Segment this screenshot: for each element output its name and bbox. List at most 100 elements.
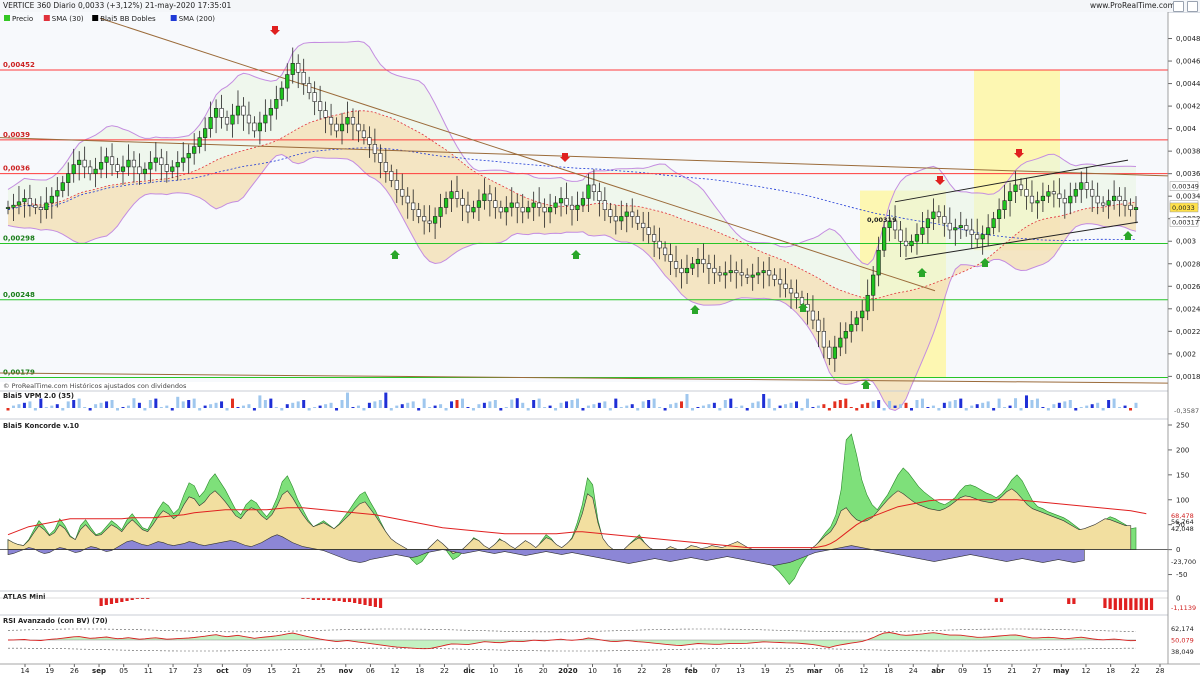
candle-body xyxy=(898,229,903,242)
vpm-bar xyxy=(110,400,114,408)
atlas-bar xyxy=(99,598,103,606)
candle-body xyxy=(580,198,586,206)
candle-body xyxy=(71,164,76,174)
candle-body xyxy=(734,270,739,274)
candle-body xyxy=(997,209,1002,220)
x-tick-label: 07 xyxy=(711,667,720,675)
candle-body xyxy=(44,202,49,210)
vpm-bar xyxy=(1101,408,1105,411)
x-tick-label: 14 xyxy=(21,667,30,675)
vpm-bar xyxy=(165,405,169,408)
minimize-icon[interactable] xyxy=(1173,1,1184,12)
y-tick-label: 0,0036 xyxy=(1176,170,1200,178)
vpm-bar xyxy=(904,402,908,408)
vpm-bar xyxy=(450,401,454,408)
vpm-bar xyxy=(384,392,388,408)
vpm-bar xyxy=(1003,407,1007,408)
vpm-bar xyxy=(258,395,262,408)
candle-body xyxy=(739,272,744,276)
candle-body xyxy=(1095,195,1100,204)
candle-body xyxy=(794,292,799,298)
candle-body xyxy=(986,227,991,235)
vpm-bar xyxy=(981,402,985,408)
y-tick-label: 0,0044 xyxy=(1176,80,1200,88)
vpm-bar xyxy=(1052,404,1056,408)
vpm-bar xyxy=(953,400,957,408)
y-tick-label: 0,0038 xyxy=(1176,148,1200,156)
chart-canvas[interactable]: 0,0018 0,002 0,0022 0,0024 0,0026 0,0028 0,003… xyxy=(0,12,1200,675)
vpm-bar xyxy=(345,392,349,408)
legend-swatch xyxy=(170,15,177,21)
x-tick-label: 10 xyxy=(489,667,498,675)
vpm-bar xyxy=(83,407,87,408)
candle-body xyxy=(520,207,525,213)
vpm-bar xyxy=(1030,400,1034,408)
candle-body xyxy=(197,137,202,147)
vpm-bar xyxy=(50,405,54,408)
x-tick-label: 18 xyxy=(884,667,893,675)
vpm-bar xyxy=(340,400,344,408)
vpm-bar xyxy=(335,408,339,411)
candle-body xyxy=(515,202,520,208)
candle-body xyxy=(1111,195,1117,201)
vpm-bar xyxy=(378,400,382,408)
vpm-bar xyxy=(1068,400,1072,408)
annotation-label: 0,00319 xyxy=(867,216,897,224)
rsi-value-label: 50,079 xyxy=(1171,636,1194,644)
candle-body xyxy=(27,198,33,206)
close-icon[interactable] xyxy=(1187,1,1198,12)
candle-body xyxy=(684,267,690,274)
vpm-bar xyxy=(1014,398,1018,408)
vpm-bar xyxy=(778,405,782,408)
vpm-bar xyxy=(833,401,837,408)
vpm-bar xyxy=(992,408,996,411)
candle-body xyxy=(241,105,246,116)
vpm-bar xyxy=(1112,398,1116,408)
candle-body xyxy=(717,272,722,276)
vpm-bar xyxy=(1019,408,1023,411)
vpm-bar xyxy=(493,400,497,408)
vpm-bar xyxy=(970,405,974,408)
atlas-bar xyxy=(358,598,362,604)
candle-body xyxy=(433,216,438,224)
candle-body xyxy=(203,128,208,138)
vpm-bar xyxy=(652,398,656,408)
candle-body xyxy=(635,216,640,224)
vpm-bar xyxy=(225,408,229,411)
candle-body xyxy=(1090,189,1095,197)
x-tick-label: nov xyxy=(339,667,354,675)
atlas-bar xyxy=(353,598,357,603)
candle-body xyxy=(153,157,158,163)
vpm-bar xyxy=(1057,402,1061,408)
candle-body xyxy=(602,200,607,210)
vpm-bar xyxy=(11,405,15,408)
candle-body xyxy=(372,144,377,154)
x-tick-label: 19 xyxy=(761,667,770,675)
x-tick-label: 09 xyxy=(243,667,252,675)
candle-body xyxy=(652,234,657,242)
vpm-bar xyxy=(685,394,689,408)
vpm-bar xyxy=(882,408,886,411)
x-tick-label: 22 xyxy=(637,667,646,675)
legend-swatch xyxy=(43,15,50,21)
vpm-bar xyxy=(1096,402,1100,408)
candle-body xyxy=(230,114,235,125)
x-tick-label: 17 xyxy=(169,667,178,675)
vpm-bar xyxy=(132,398,136,408)
atlas-bar xyxy=(1144,598,1148,610)
y-tick-label: 0,0042 xyxy=(1176,103,1200,111)
candle-body xyxy=(5,207,11,209)
vpm-bar xyxy=(893,405,897,408)
x-tick-label: 06 xyxy=(835,667,844,675)
x-tick-label: 13 xyxy=(736,667,745,675)
candle-body xyxy=(1035,200,1040,204)
brand-link[interactable]: www.ProRealTime.com xyxy=(1090,1,1175,10)
candle-body xyxy=(77,159,82,165)
candle-body xyxy=(16,201,22,206)
candle-body xyxy=(936,211,941,217)
vpm-bar xyxy=(1107,400,1111,408)
price-flag-label: 0,0033 xyxy=(1172,204,1195,212)
candle-body xyxy=(553,202,558,208)
vpm-bar xyxy=(291,402,295,408)
candle-body xyxy=(66,173,71,183)
